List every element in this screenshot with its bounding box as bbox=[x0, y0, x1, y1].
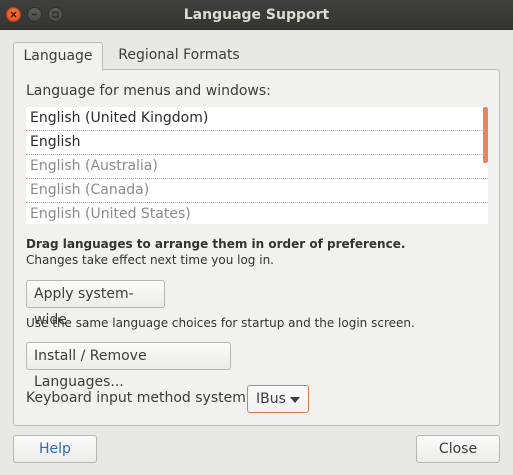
tab-regional-formats[interactable]: Regional Formats bbox=[105, 42, 253, 70]
language-tab-panel: Language for menus and windows: English … bbox=[13, 69, 500, 426]
language-item[interactable]: English bbox=[26, 131, 488, 155]
language-item[interactable]: English (United States) bbox=[26, 203, 488, 224]
drag-hint: Drag languages to arrange them in order … bbox=[26, 237, 406, 251]
install-remove-languages-button[interactable]: Install / Remove Languages... bbox=[26, 342, 231, 390]
language-heading: Language for menus and windows: bbox=[26, 83, 271, 99]
help-button[interactable]: Help bbox=[13, 435, 97, 463]
window-title: Language Support bbox=[183, 7, 330, 23]
language-item[interactable]: English (Australia) bbox=[26, 155, 488, 179]
chevron-down-icon bbox=[290, 397, 300, 403]
effect-note: Changes take effect next time you log in… bbox=[26, 253, 274, 267]
keyboard-input-select[interactable]: IBus bbox=[247, 385, 309, 413]
close-button[interactable]: Close bbox=[416, 435, 500, 463]
tab-language[interactable]: Language bbox=[13, 42, 103, 71]
apply-system-wide-button[interactable]: Apply system-wide bbox=[26, 280, 165, 328]
apply-note: Use the same language choices for startu… bbox=[26, 316, 415, 330]
language-item[interactable]: English (Canada) bbox=[26, 179, 488, 203]
language-list[interactable]: English (United Kingdom) English English… bbox=[26, 107, 488, 224]
keyboard-input-label: Keyboard input method system: bbox=[26, 390, 251, 406]
list-scrollbar[interactable] bbox=[483, 107, 488, 163]
title-bar: Language Support bbox=[0, 0, 513, 30]
keyboard-input-value: IBus bbox=[256, 391, 286, 407]
language-item[interactable]: English (United Kingdom) bbox=[26, 107, 488, 131]
